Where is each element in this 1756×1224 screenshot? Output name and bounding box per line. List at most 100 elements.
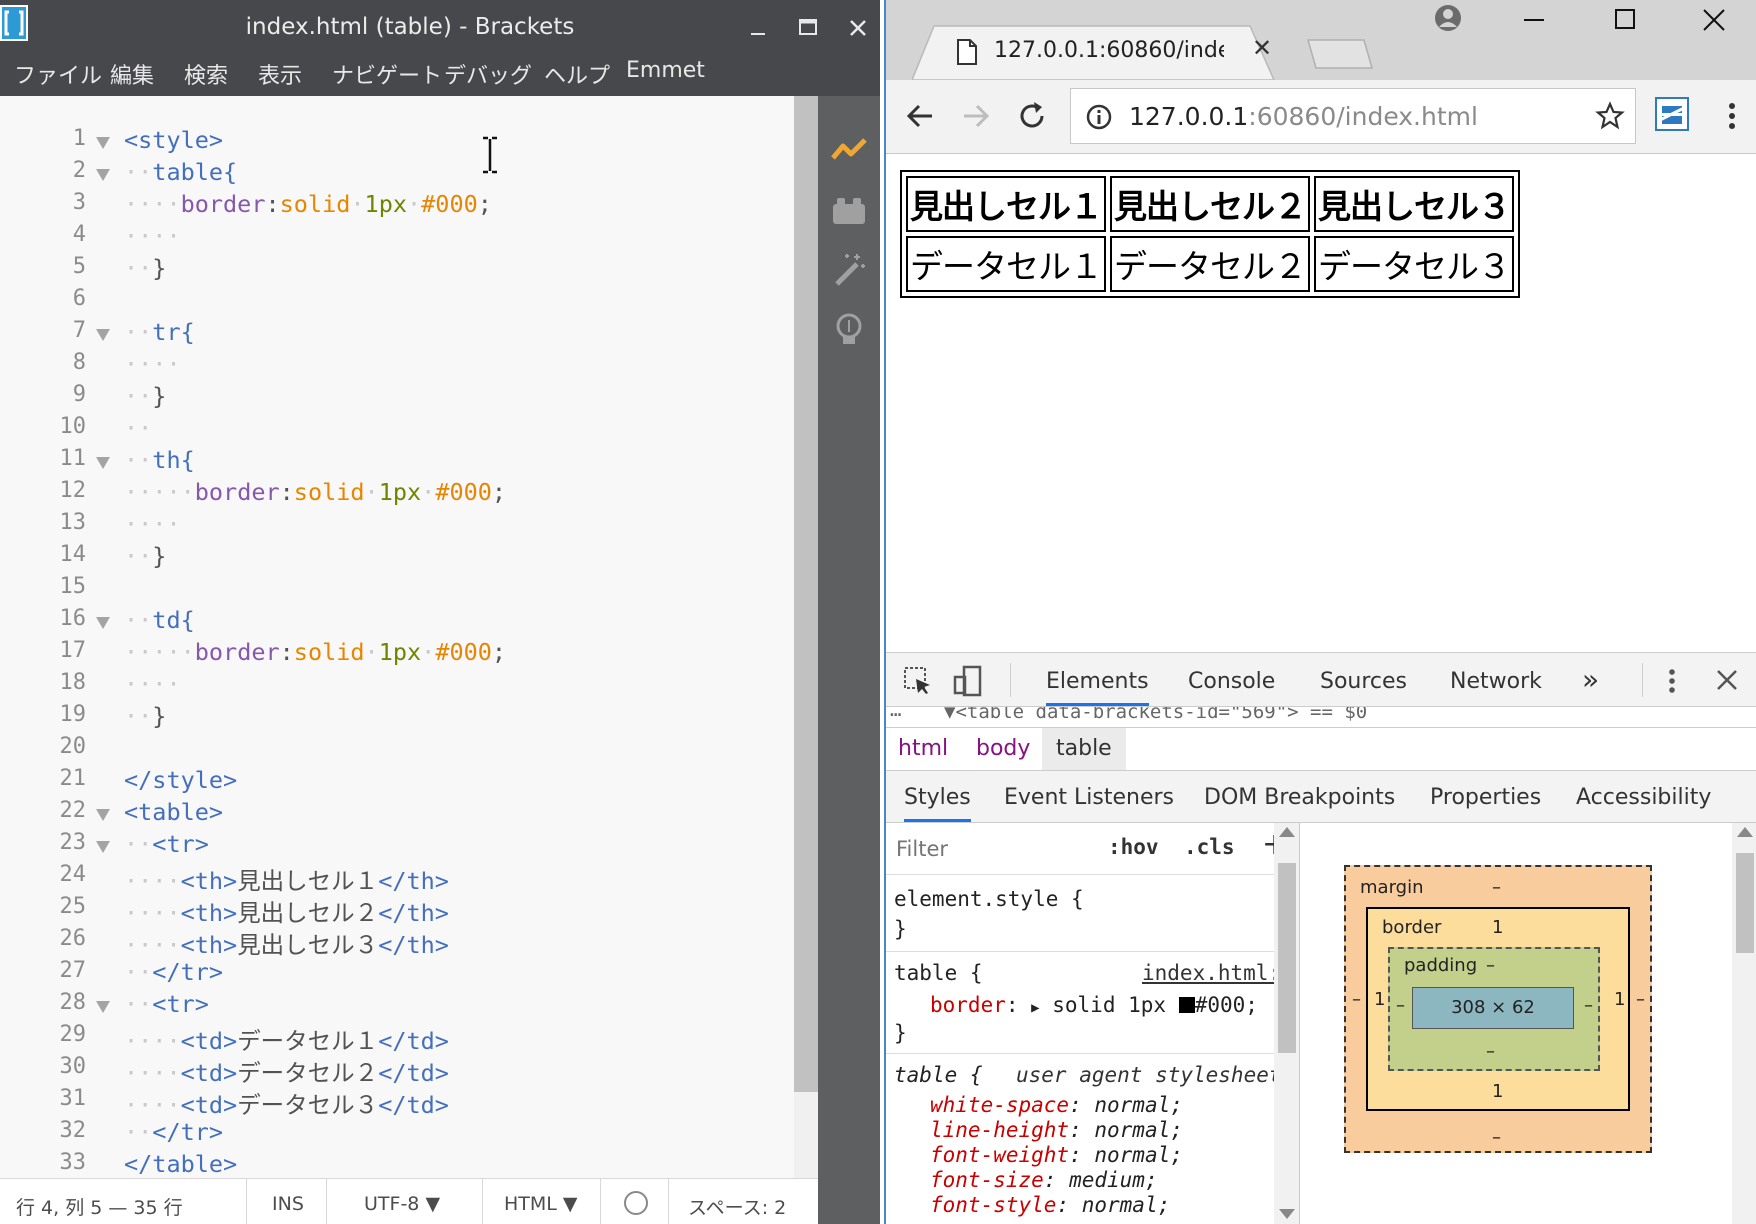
back-icon[interactable]	[902, 98, 938, 134]
table-rule-selector[interactable]: table {	[894, 961, 983, 985]
indent-setting[interactable]: スペース: 2	[688, 1193, 786, 1220]
profile-icon[interactable]	[1432, 2, 1464, 38]
box-model-content[interactable]: 308 × 62	[1412, 987, 1574, 1029]
fold-arrow-icon[interactable]	[95, 616, 111, 630]
info-icon[interactable]	[1085, 103, 1113, 135]
element-style-selector[interactable]: element.style {	[894, 887, 1084, 911]
scroll-down-icon[interactable]	[1279, 1209, 1295, 1219]
menu-find[interactable]: 検索	[184, 58, 228, 90]
line-number: 6	[72, 286, 86, 311]
magic-wand-icon[interactable]	[829, 250, 869, 290]
color-swatch[interactable]	[1178, 997, 1195, 1013]
close-icon[interactable]	[838, 8, 878, 48]
url-text[interactable]: 127.0.0.1:60860/index.html	[1129, 102, 1478, 131]
more-tabs-icon[interactable]: »	[1582, 663, 1599, 696]
close-icon[interactable]	[1694, 2, 1734, 42]
styles-filter-input[interactable]	[890, 829, 1064, 869]
scroll-up-icon[interactable]	[1737, 827, 1753, 837]
bookmark-star-icon[interactable]	[1595, 101, 1625, 135]
tab-sources[interactable]: Sources	[1320, 669, 1407, 694]
box-model-padding[interactable]: padding – – – – 308 × 62	[1388, 947, 1600, 1071]
device-toolbar-icon[interactable]	[952, 665, 984, 701]
margin-left-value[interactable]: –	[1352, 989, 1361, 1010]
minimize-icon[interactable]	[738, 8, 778, 48]
language-select[interactable]: HTML ▼	[504, 1193, 578, 1215]
menu-file[interactable]: ファイル	[14, 58, 102, 90]
menu-navigate[interactable]: ナビゲート	[332, 58, 442, 90]
linter-status-icon[interactable]	[622, 1189, 650, 1222]
devtools-menu-icon[interactable]	[1662, 665, 1682, 701]
browser-tab[interactable]: 127.0.0.1:60860/index.html ✕	[912, 24, 1302, 80]
extension-icon[interactable]	[1654, 96, 1690, 132]
devtools-close-icon[interactable]	[1712, 665, 1742, 699]
editor-scrollbar[interactable]	[794, 96, 818, 1178]
fold-arrow-icon[interactable]	[95, 456, 111, 470]
editor-scrollbar-thumb[interactable]	[794, 96, 818, 1092]
padding-right-value[interactable]: –	[1584, 995, 1593, 1016]
box-model-scrollbar[interactable]	[1732, 823, 1756, 1224]
rule-source-link[interactable]: index.html:2	[1142, 961, 1294, 985]
crumb-html[interactable]: html	[898, 736, 948, 761]
fold-arrow-icon[interactable]	[95, 136, 111, 150]
fold-arrow-icon[interactable]	[95, 1000, 111, 1014]
tab-close-icon[interactable]: ✕	[1252, 34, 1272, 62]
fold-arrow-icon[interactable]	[95, 328, 111, 342]
box-model-scrollbar-thumb[interactable]	[1736, 853, 1754, 953]
tab-accessibility[interactable]: Accessibility	[1576, 785, 1711, 810]
address-bar[interactable]: 127.0.0.1:60860/index.html	[1070, 88, 1636, 144]
live-preview-icon[interactable]	[829, 130, 869, 170]
menu-debug[interactable]: デバッグ	[444, 58, 532, 90]
chrome-menu-icon[interactable]	[1714, 98, 1750, 134]
insert-mode[interactable]: INS	[272, 1193, 304, 1215]
reload-icon[interactable]	[1014, 98, 1050, 134]
inspect-element-icon[interactable]	[902, 665, 934, 701]
menu-emmet[interactable]: Emmet	[626, 58, 705, 83]
cls-toggle[interactable]: .cls	[1184, 835, 1235, 859]
maximize-icon[interactable]	[1604, 2, 1644, 42]
code-editor[interactable]: 1 2 3 4 5 6 7 8 9 10 11 12 13 14 15 16 17 18 19 20 21 22 23 24 2…	[0, 96, 794, 1178]
menu-edit[interactable]: 編集	[110, 58, 154, 90]
tab-elements[interactable]: Elements	[1046, 669, 1149, 706]
padding-top-value[interactable]: –	[1486, 955, 1495, 976]
margin-top-value[interactable]: –	[1492, 877, 1501, 898]
box-model-margin[interactable]: margin – – – – border 1 1 1 1 padding – …	[1344, 865, 1652, 1153]
box-model-border[interactable]: border 1 1 1 1 padding – – – – 308 × 62	[1366, 907, 1630, 1111]
line-number: 25	[59, 894, 87, 919]
border-left-value[interactable]: 1	[1374, 989, 1385, 1010]
border-bottom-value[interactable]: 1	[1492, 1081, 1503, 1102]
crumb-table[interactable]: table	[1042, 728, 1126, 770]
border-right-value[interactable]: 1	[1614, 989, 1625, 1010]
border-declaration[interactable]: border: ▶ solid 1px #000;	[930, 993, 1258, 1017]
tab-event-listeners[interactable]: Event Listeners	[1004, 785, 1174, 810]
encoding-select[interactable]: UTF-8 ▼	[364, 1193, 440, 1215]
fold-arrow-icon[interactable]	[95, 808, 111, 822]
minimize-icon[interactable]	[1514, 2, 1554, 42]
menu-help[interactable]: ヘルプ	[544, 58, 610, 90]
hov-toggle[interactable]: :hov	[1108, 835, 1159, 859]
tab-dom-breakpoints[interactable]: DOM Breakpoints	[1204, 785, 1395, 810]
padding-left-value[interactable]: –	[1396, 995, 1405, 1016]
crumb-body[interactable]: body	[976, 736, 1030, 761]
tab-styles[interactable]: Styles	[904, 785, 971, 822]
lightbulb-icon[interactable]	[829, 310, 869, 350]
border-top-value[interactable]: 1	[1492, 917, 1503, 938]
fold-arrow-icon[interactable]	[95, 168, 111, 182]
extension-manager-icon[interactable]	[829, 190, 869, 230]
fold-arrow-icon[interactable]	[95, 840, 111, 854]
code-line-5: ··}	[124, 254, 167, 282]
ua-declaration: font-size: medium;	[930, 1168, 1158, 1192]
maximize-icon[interactable]	[788, 8, 828, 48]
tab-network[interactable]: Network	[1450, 669, 1542, 694]
forward-icon[interactable]	[958, 98, 994, 134]
tab-properties[interactable]: Properties	[1430, 785, 1541, 810]
new-tab-button[interactable]	[1306, 36, 1376, 70]
scroll-up-icon[interactable]	[1279, 827, 1295, 837]
menu-view[interactable]: 表示	[258, 58, 302, 90]
margin-bottom-value[interactable]: –	[1492, 1127, 1501, 1148]
padding-bottom-value[interactable]: –	[1486, 1041, 1495, 1062]
tab-console[interactable]: Console	[1188, 669, 1275, 694]
dom-tree[interactable]: … ▼<table data-brackets-id="569"> == $0	[886, 707, 1756, 727]
margin-right-value[interactable]: –	[1636, 989, 1645, 1010]
styles-scrollbar-thumb[interactable]	[1278, 863, 1296, 1053]
styles-scrollbar[interactable]	[1274, 823, 1299, 1224]
